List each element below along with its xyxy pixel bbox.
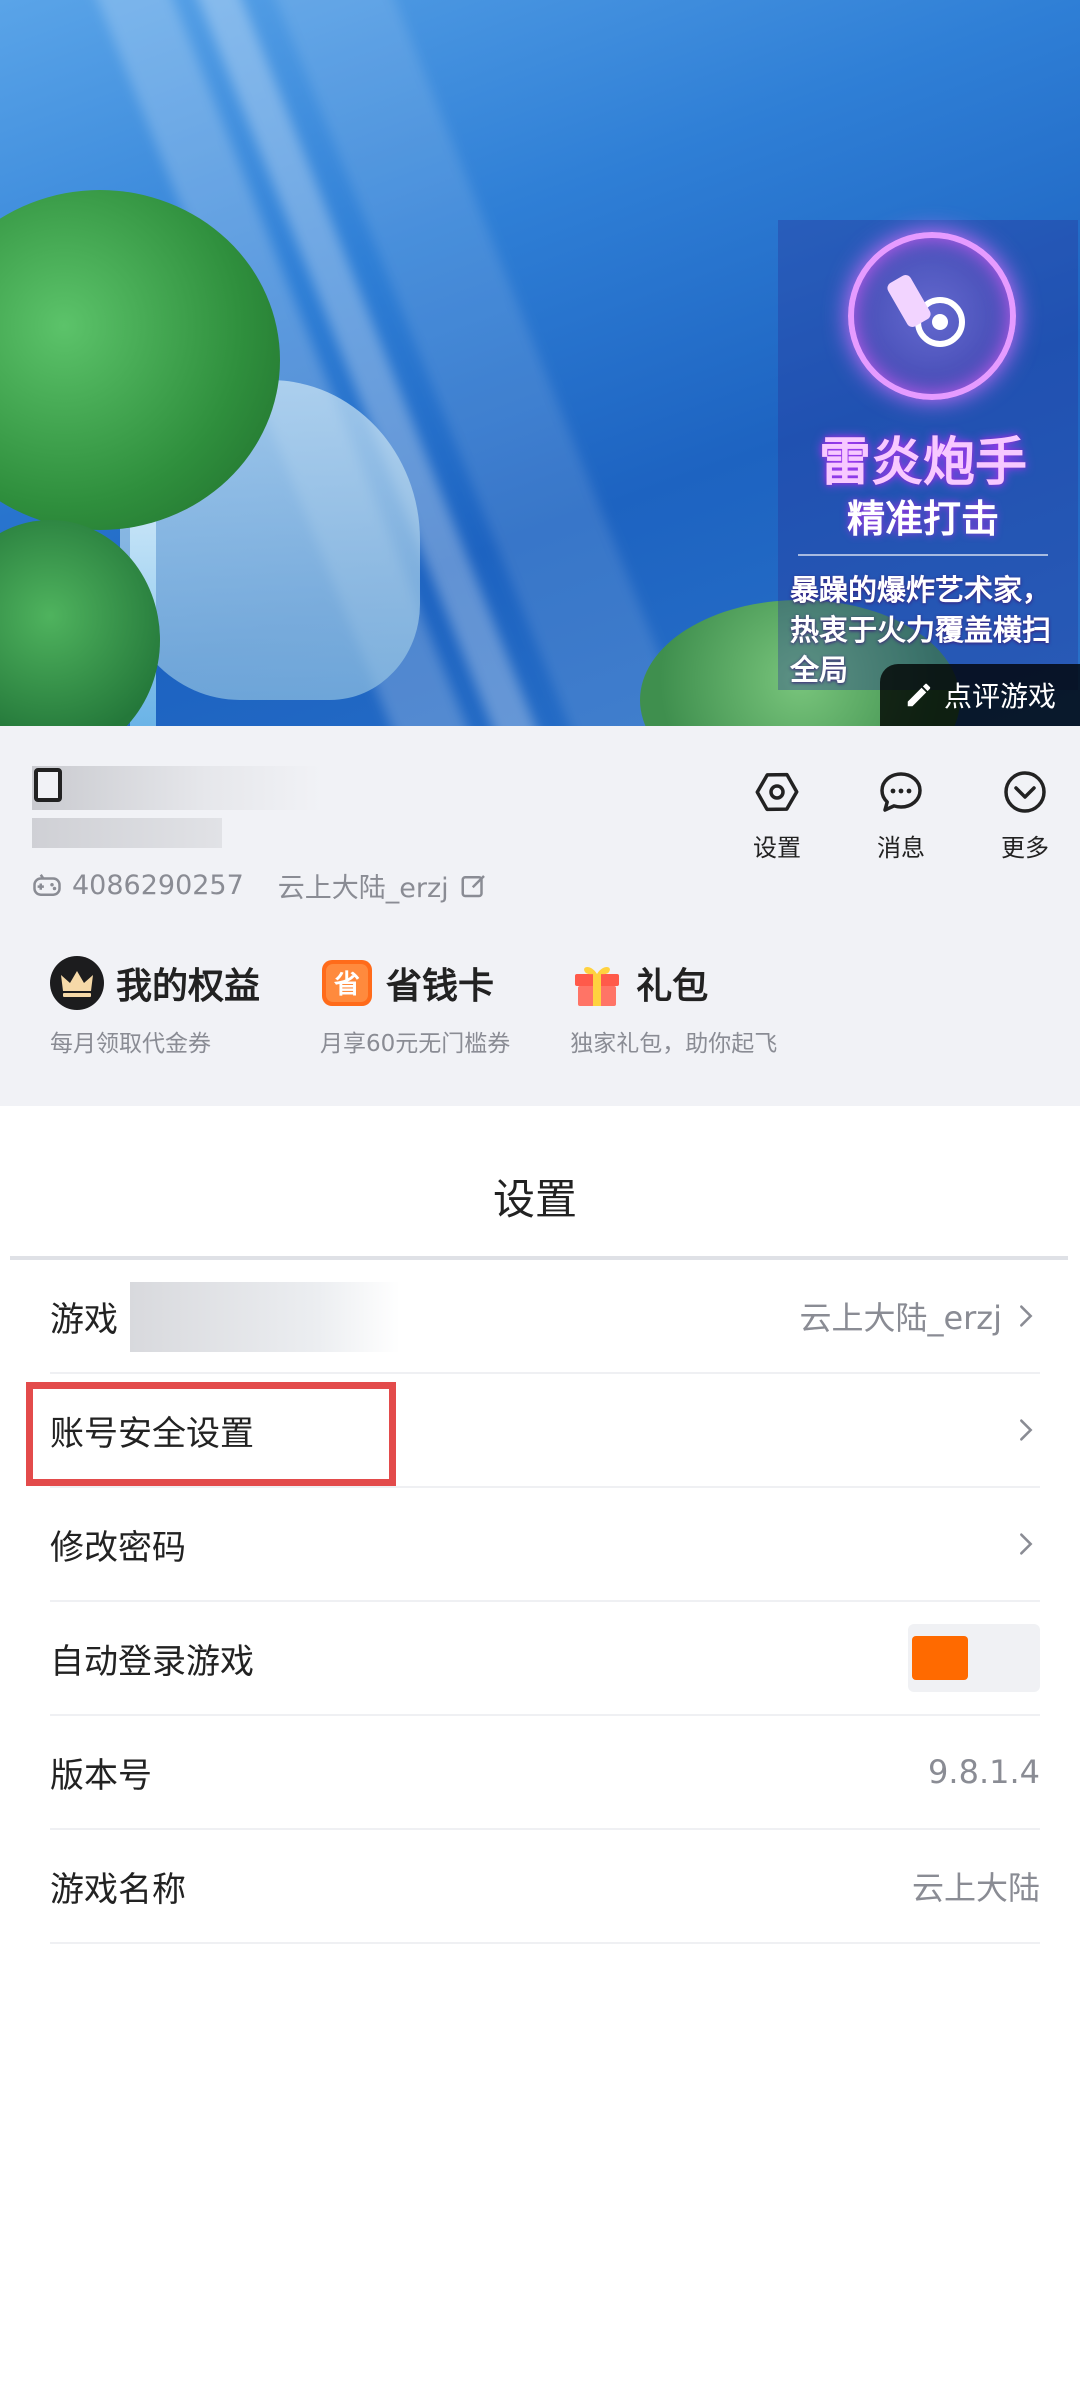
game-banner: 雷炎炮手 精准打击 暴躁的爆炸艺术家，热衷于火力覆盖横扫全局 点评游戏	[0, 0, 1080, 726]
review-game-button[interactable]: 点评游戏	[880, 664, 1080, 726]
perk-title: 我的权益	[116, 966, 261, 1007]
svg-text:省: 省	[333, 970, 360, 1000]
row-value: 9.8.1.4	[928, 1753, 1040, 1791]
perk-title: 礼包	[636, 966, 709, 1007]
save-card-icon: 省	[320, 956, 374, 1010]
auto-login-toggle[interactable]	[908, 1624, 1040, 1692]
perk-subtitle: 月享60元无门槛券	[320, 1031, 511, 1057]
messages-label: 消息	[877, 834, 925, 862]
chevron-right-icon	[1020, 1419, 1033, 1441]
row-label: 游戏	[50, 1299, 118, 1340]
toggle-knob	[912, 1636, 968, 1680]
promo-title: 雷炎炮手	[818, 432, 1027, 493]
blurred-username-line2	[32, 818, 222, 848]
cannon-emblem-icon	[848, 232, 1016, 400]
user-id: 4086290257	[72, 870, 244, 901]
settings-row-game-name: 游戏名称 云上大陆	[50, 1830, 1040, 1944]
settings-hexagon-icon	[755, 772, 799, 812]
more-button[interactable]: 更多	[988, 768, 1062, 863]
review-game-label: 点评游戏	[943, 680, 1056, 713]
more-label: 更多	[1001, 834, 1049, 862]
settings-button[interactable]: 设置	[740, 768, 814, 863]
edit-icon[interactable]	[459, 871, 489, 901]
row-label: 账号安全设置	[50, 1413, 254, 1454]
perk-gift-pack[interactable]: 礼包 独家礼包，助你起飞	[570, 956, 777, 1058]
account-info-row: 4086290257 云上大陆_erzj	[32, 866, 489, 905]
messages-button[interactable]: 消息	[864, 768, 938, 863]
message-bubble-icon	[880, 772, 922, 812]
row-label: 游戏名称	[50, 1869, 186, 1910]
profile-actions: 设置 消息 更多	[740, 768, 1062, 863]
row-value: 云上大陆	[911, 1869, 1040, 1907]
character-promo: 雷炎炮手 精准打击 暴躁的爆炸艺术家，热衷于火力覆盖横扫全局	[778, 220, 1078, 690]
row-value: 云上大陆_erzj	[799, 1299, 1002, 1337]
settings-sheet: 设置 游戏 云上大陆_erzj 账号安全设置 修改密码 自动登录游戏 版本号 9…	[10, 1106, 1070, 2408]
perks-row: 我的权益 每月领取代金券 省 省钱卡 月享60元无门槛券 礼包 独家礼包，助你起…	[50, 956, 777, 1058]
settings-row-account-security[interactable]: 账号安全设置	[26, 1374, 1040, 1488]
gift-icon	[570, 956, 624, 1010]
row-label: 自动登录游戏	[50, 1641, 254, 1682]
perk-title: 省钱卡	[386, 966, 495, 1007]
gamepad-icon	[33, 873, 61, 896]
promo-subtitle: 精准打击	[846, 496, 999, 541]
settings-label: 设置	[753, 834, 801, 862]
settings-row-version: 版本号 9.8.1.4	[50, 1716, 1040, 1830]
settings-title: 设置	[492, 1175, 577, 1224]
blurred-game-info	[130, 1282, 400, 1352]
crown-icon	[50, 956, 104, 1010]
row-label: 修改密码	[50, 1527, 186, 1568]
game-account-name: 云上大陆_erzj	[277, 873, 449, 904]
row-label: 版本号	[50, 1755, 152, 1796]
chevron-right-icon	[1020, 1305, 1033, 1327]
blurred-username	[32, 766, 322, 810]
pencil-icon	[907, 683, 931, 707]
perk-my-benefits[interactable]: 我的权益 每月领取代金券	[50, 956, 260, 1058]
promo-divider	[798, 554, 1048, 556]
username-fragment	[34, 768, 62, 802]
settings-row-game[interactable]: 游戏 云上大陆_erzj	[50, 1260, 1040, 1374]
chevron-right-icon	[1020, 1533, 1033, 1555]
perk-savings-card[interactable]: 省 省钱卡 月享60元无门槛券	[320, 956, 510, 1058]
chevron-down-circle-icon	[1004, 771, 1046, 813]
perk-subtitle: 独家礼包，助你起飞	[570, 1031, 778, 1057]
settings-row-auto-login: 自动登录游戏	[50, 1602, 1040, 1716]
perk-subtitle: 每月领取代金券	[50, 1031, 211, 1057]
profile-section: 4086290257 云上大陆_erzj 设置 消息 更多 我的权益 每月领取代…	[0, 726, 1080, 1106]
settings-row-change-password[interactable]: 修改密码	[50, 1488, 1040, 1602]
